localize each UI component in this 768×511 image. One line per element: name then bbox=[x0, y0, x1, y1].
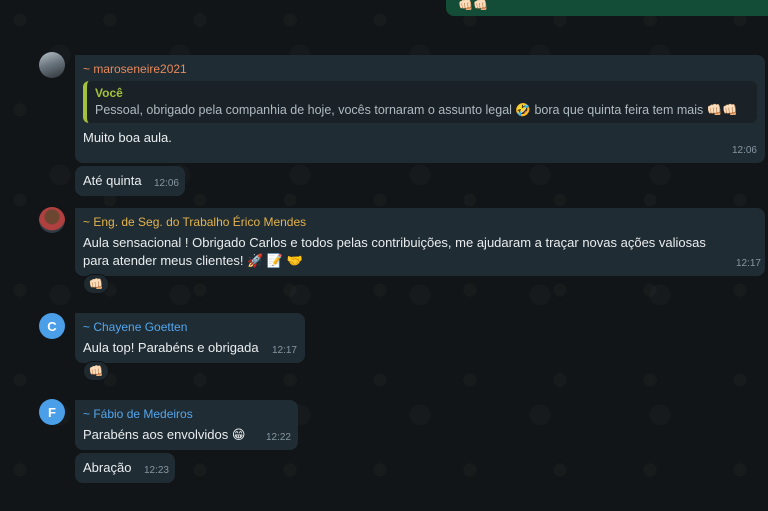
avatar-maroseneire2021[interactable] bbox=[39, 52, 65, 78]
chat-messages[interactable]: 👊🏻👊🏻 ~ maroseneire2021 Você Pessoal, obr… bbox=[0, 0, 768, 511]
quoted-text: Pessoal, obrigado pela companhia de hoje… bbox=[95, 103, 738, 117]
message-bubble[interactable]: ~ Eng. de Seg. do Trabalho Érico Mendes … bbox=[75, 208, 765, 276]
sender-name[interactable]: ~ maroseneire2021 bbox=[83, 61, 757, 77]
message-time: 12:23 bbox=[143, 465, 169, 476]
sender-name[interactable]: ~ Eng. de Seg. do Trabalho Érico Mendes bbox=[83, 214, 757, 230]
reaction-badge[interactable]: 👊🏻 bbox=[83, 274, 109, 294]
message-text-line-1: Aula sensacional ! Obrigado Carlos e tod… bbox=[83, 235, 706, 250]
message-bubble[interactable]: ~ Fábio de Medeiros Parabéns aos envolvi… bbox=[75, 400, 298, 450]
message-bubble[interactable]: Até quinta 12:06 bbox=[75, 166, 185, 196]
message-bubble[interactable]: ~ Chayene Goetten Aula top! Parabéns e o… bbox=[75, 313, 305, 363]
quoted-message[interactable]: Você Pessoal, obrigado pela companhia de… bbox=[83, 81, 757, 123]
sender-name[interactable]: ~ Chayene Goetten bbox=[83, 319, 297, 335]
message-text: Muito boa aula. bbox=[83, 130, 172, 145]
message-time: 12:06 bbox=[153, 178, 179, 189]
message-text-line-2: para atender meus clientes! 🚀 📝 🤝 bbox=[83, 253, 303, 268]
message-bubble[interactable]: Abração 12:23 bbox=[75, 453, 175, 483]
avatar-fabio-de-medeiros[interactable]: F bbox=[39, 399, 65, 425]
message-text: Parabéns aos envolvidos 😁 bbox=[83, 427, 246, 442]
message-text: Aula top! Parabéns e obrigada bbox=[83, 340, 259, 355]
avatar-chayene-goetten[interactable]: C bbox=[39, 313, 65, 339]
message-time: 12:06 bbox=[731, 145, 757, 156]
avatar-erico-mendes[interactable] bbox=[39, 207, 65, 233]
sender-name[interactable]: ~ Fábio de Medeiros bbox=[83, 406, 290, 422]
reaction-badge[interactable]: 👊🏻 bbox=[83, 361, 109, 381]
message-time: 12:17 bbox=[271, 345, 297, 356]
message-bubble[interactable]: ~ maroseneire2021 Você Pessoal, obrigado… bbox=[75, 55, 765, 163]
message-time: 12:17 bbox=[735, 258, 761, 269]
message-time: 12:22 bbox=[265, 432, 291, 443]
outgoing-message-bubble[interactable]: 👊🏻👊🏻 bbox=[446, 0, 768, 16]
outgoing-message-reactions: 👊🏻👊🏻 bbox=[458, 0, 488, 12]
quoted-author: Você bbox=[95, 86, 123, 100]
